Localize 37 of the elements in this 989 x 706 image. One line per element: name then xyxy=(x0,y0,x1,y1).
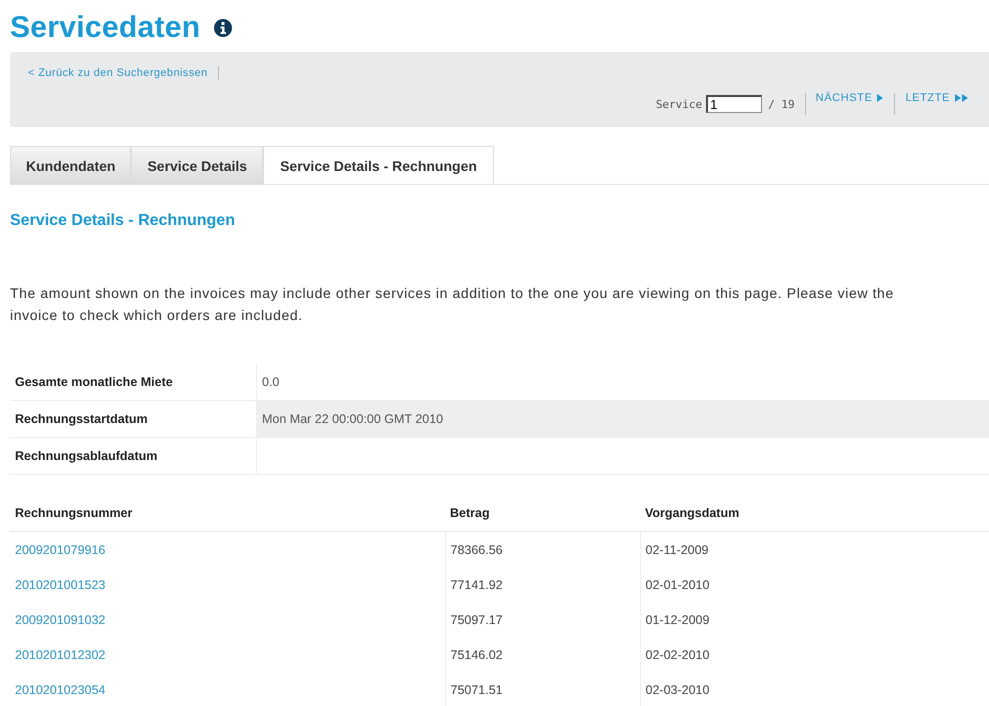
column-header: Vorgangsdatum xyxy=(640,495,989,532)
service-label: Service xyxy=(656,98,702,110)
summary-label: Rechnungsablaufdatum xyxy=(10,438,256,474)
invoice-number-link[interactable]: 2009201079916 xyxy=(15,542,106,556)
summary-value: Mon Mar 22 00:00:00 GMT 2010 xyxy=(256,400,989,438)
invoice-number-link[interactable]: 2010201001523 xyxy=(15,578,106,592)
service-total: / 19 xyxy=(768,98,795,110)
table-cell: 02-02-2010 xyxy=(640,637,989,672)
column-header: Betrag xyxy=(445,495,640,532)
table-cell: 01-12-2009 xyxy=(640,602,989,637)
table-cell: 77141.92 xyxy=(445,567,640,602)
invoice-number-link[interactable]: 2010201012302 xyxy=(15,648,106,662)
tab[interactable]: Service Details - Rechnungen xyxy=(263,146,494,184)
table-cell: 02-01-2010 xyxy=(640,567,989,602)
column-header: Rechnungsnummer xyxy=(10,495,445,532)
summary-label: Rechnungsstartdatum xyxy=(10,400,256,438)
table-cell: 02-11-2009 xyxy=(640,532,989,567)
table-cell: 78366.56 xyxy=(445,532,640,567)
table-cell: 02-03-2010 xyxy=(640,672,989,706)
section-title: Service Details - Rechnungen xyxy=(10,212,236,230)
invoice-number-link[interactable]: 2010201023054 xyxy=(15,682,106,696)
invoice-number-link[interactable]: 2009201091032 xyxy=(15,612,106,626)
next-link[interactable]: NÄCHSTE xyxy=(816,92,884,104)
triangle-right-icon xyxy=(877,94,884,102)
table-cell: 75071.51 xyxy=(445,672,640,706)
info-icon[interactable] xyxy=(214,19,232,37)
last-link[interactable]: LETZTE xyxy=(905,92,969,104)
page-title: Servicedaten xyxy=(10,11,200,45)
table-cell: 75146.02 xyxy=(445,637,640,672)
double-triangle-right-icon xyxy=(955,94,969,102)
back-link[interactable]: < Zurück zu den Suchergebnissen xyxy=(28,66,219,80)
tab[interactable]: Service Details xyxy=(131,146,264,184)
table-cell: 75097.17 xyxy=(445,602,640,637)
service-number-field[interactable]: 1 xyxy=(706,95,762,113)
notice-text: The amount shown on the invoices may include other services in addition to the one you are viewing on this page. Please view the invoice to check which orders are included. xyxy=(10,284,895,325)
summary-label: Gesamte monatliche Miete xyxy=(10,364,256,400)
tab[interactable]: Kundendaten xyxy=(10,146,132,184)
